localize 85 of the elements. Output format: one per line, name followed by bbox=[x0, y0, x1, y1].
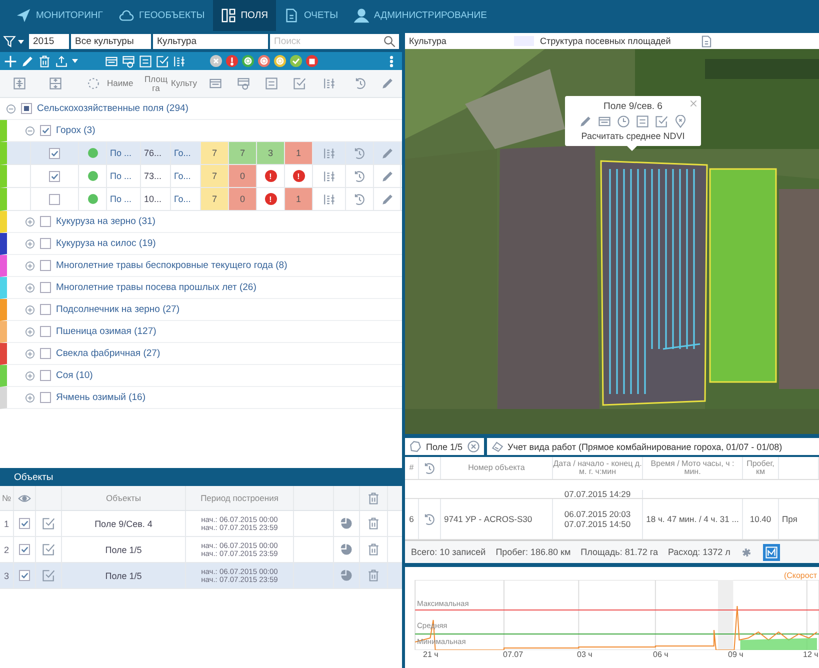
alert-badge: ! bbox=[264, 170, 276, 182]
search-field[interactable]: Поиск bbox=[270, 34, 399, 49]
end-date: 07.07.2015 14:50 bbox=[564, 520, 631, 528]
row-number: 2 bbox=[4, 544, 9, 554]
field-name[interactable]: По ... bbox=[107, 194, 132, 204]
indicator-cell: 3 bbox=[257, 142, 285, 164]
start-date: 06.07.2015 20:03 bbox=[564, 510, 631, 518]
indicator-cell: 0 bbox=[229, 188, 257, 210]
indicator-cell: 7 bbox=[229, 142, 257, 164]
tree-item[interactable]: Сельскохозяйственные поля (294) bbox=[37, 103, 188, 114]
alert-badge: ! bbox=[292, 170, 304, 182]
field-crop: Го... bbox=[173, 148, 191, 158]
object-name: Поле 9/Сев. 4 bbox=[94, 518, 152, 528]
column-header: Дата / начало - конец д. м. г. ч:мин bbox=[553, 457, 643, 479]
tree-item[interactable]: Многолетние травы посева прошлых лет (26) bbox=[56, 282, 256, 293]
field-row[interactable]: По ... 10... Го... 7 0 ! 1 bbox=[0, 188, 402, 211]
tree-item[interactable]: Соя (10) bbox=[56, 370, 93, 381]
tree-item[interactable]: Горох (3) bbox=[56, 125, 96, 136]
column-header: Номер объекта bbox=[441, 457, 553, 479]
column-header: Время / Мото часы, ч : мин. bbox=[643, 457, 743, 479]
object-tab[interactable]: Поле 1/5 bbox=[405, 438, 484, 455]
indicator-cell: 7 bbox=[201, 142, 229, 164]
nav-tab[interactable]: ГЕООБЪЕКТЫ bbox=[110, 0, 213, 31]
tree-item[interactable]: Кукуруза на силос (19) bbox=[56, 238, 156, 249]
chart-legend: (Скорост bbox=[784, 571, 819, 580]
nav-tab[interactable]: АДМИНИСТРИРОВАНИЕ bbox=[346, 0, 495, 31]
indicator-cell: 7 bbox=[201, 188, 229, 210]
tree-item[interactable]: Многолетние травы беспокровные текущего года (8) bbox=[56, 260, 288, 271]
axis-label: 07.07 bbox=[503, 650, 524, 659]
field-area: 10... bbox=[141, 194, 162, 204]
field-crop: Го... bbox=[173, 171, 191, 181]
tree-item[interactable]: Подсолнечник на зерно (27) bbox=[56, 304, 180, 315]
summary-text: Всего: 10 записей bbox=[411, 547, 486, 557]
column-header: № bbox=[0, 486, 14, 510]
axis-label: 06 ч bbox=[653, 650, 668, 659]
field-area: 73... bbox=[141, 171, 162, 181]
indicator-cell: 7 bbox=[201, 165, 229, 187]
popup-title: Поле 9/сев. 6 bbox=[604, 101, 662, 112]
vehicle-name: 9741 УР - ACROS-S30 bbox=[444, 514, 532, 524]
field-name[interactable]: По ... bbox=[107, 148, 132, 158]
table-cell: Пря bbox=[782, 514, 798, 524]
group-by-field[interactable]: Культура bbox=[153, 34, 268, 49]
axis-label: 12 ч bbox=[803, 650, 818, 659]
indicator-cell: 1 bbox=[285, 142, 313, 164]
panel-title: Объекты bbox=[0, 468, 402, 486]
crops-dropdown[interactable]: Все культуры bbox=[71, 34, 151, 49]
indicator-cell: 1 bbox=[285, 188, 313, 210]
field-name[interactable]: По ... bbox=[107, 171, 132, 181]
distance: 10.40 bbox=[750, 514, 772, 524]
year-field[interactable]: 2015 bbox=[29, 34, 69, 49]
column-header: # bbox=[405, 457, 419, 479]
summary-text: Пробег: 186.80 км bbox=[496, 547, 571, 557]
column-header: Период построения bbox=[186, 486, 294, 510]
tree-item[interactable]: Кукуруза на зерно (31) bbox=[56, 216, 156, 227]
field-area: 76... bbox=[141, 148, 162, 158]
map-tab[interactable]: Структура посевных площадей bbox=[534, 36, 700, 46]
column-header[interactable]: Культу bbox=[171, 79, 201, 88]
object-name: Поле 1/5 bbox=[105, 570, 142, 580]
row-number: 1 bbox=[4, 518, 9, 528]
nav-tab[interactable]: МОНИТОРИНГ bbox=[8, 0, 111, 31]
object-name: Поле 1/5 bbox=[105, 544, 142, 554]
column-header: Объекты bbox=[62, 486, 186, 510]
report-tab[interactable]: Учет вида работ (Прямое комбайнирование гороха, 01/07 - 01/08) bbox=[486, 438, 819, 455]
indicator-cell: 0 bbox=[229, 165, 257, 187]
summary-text: Площадь: 81.72 га bbox=[580, 547, 658, 557]
tree-item[interactable]: Свекла фабричная (27) bbox=[56, 348, 160, 359]
nav-tab[interactable]: ПОЛЯ bbox=[212, 0, 276, 31]
end-date: 07.07.2015 14:29 bbox=[564, 490, 631, 498]
tree-item[interactable]: Пшеница озимая (127) bbox=[56, 326, 156, 337]
ndvi-link[interactable]: Расчитать среднее NDVI bbox=[581, 131, 685, 141]
field-row[interactable]: По ... 76... Го... 7 7 3 1 bbox=[0, 142, 402, 165]
column-header[interactable]: Наиме bbox=[107, 79, 141, 88]
axis-label: 21 ч bbox=[423, 650, 438, 659]
summary-text: Расход: 1372 л bbox=[668, 547, 730, 557]
axis-label: 09 ч bbox=[728, 650, 744, 659]
field-crop: Го... bbox=[173, 194, 191, 204]
axis-label: 03 ч bbox=[577, 650, 592, 659]
duration: 18 ч. 47 мин. / 4 ч. 31 ... bbox=[646, 514, 739, 524]
column-header: Пробег, км bbox=[743, 457, 779, 479]
row-number: 3 bbox=[4, 570, 9, 580]
column-header[interactable]: Площ га bbox=[141, 75, 171, 92]
row-number: 6 bbox=[409, 514, 414, 524]
alert-badge: ! bbox=[264, 193, 276, 205]
tree-item[interactable]: Ячмень озимый (16) bbox=[56, 392, 146, 403]
nav-tab[interactable]: ОЧЕТЫ bbox=[276, 0, 346, 31]
